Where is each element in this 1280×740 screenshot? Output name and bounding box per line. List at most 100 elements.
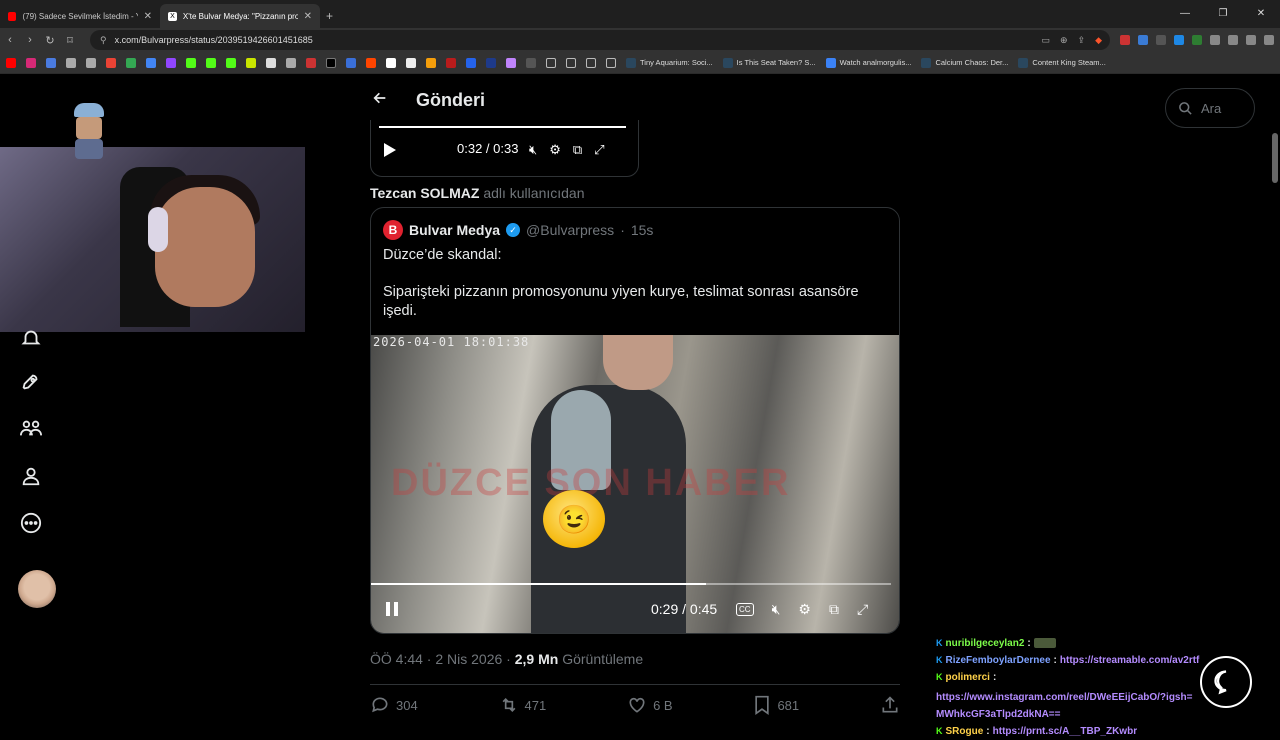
folder-icon[interactable] [566, 57, 576, 68]
amazon-icon[interactable] [406, 57, 416, 68]
post-timestamp[interactable]: ÖÖ 4:44 · 2 Nis 2026 · [370, 651, 511, 667]
sidebar-icon[interactable] [1228, 35, 1238, 45]
quoter-name[interactable]: Tezcan SOLMAZ [370, 185, 479, 201]
author-handle[interactable]: @Bulvarpress [526, 222, 614, 238]
extension-icon[interactable] [1192, 35, 1202, 45]
mute-icon[interactable]: 🔇︎ [772, 601, 781, 618]
bookmark-icon[interactable] [146, 57, 156, 68]
fullscreen-icon[interactable]: ⤢ [857, 601, 868, 618]
notifications-icon[interactable] [16, 323, 46, 353]
profile-icon[interactable] [16, 461, 46, 491]
communities-icon[interactable] [16, 413, 46, 443]
pause-button[interactable] [385, 601, 399, 617]
bookmark-icon[interactable]: ⌑ [60, 34, 80, 47]
video-player[interactable]: 2026-04-01 18:01:38 DÜZCE SON HABER 😉 0:… [371, 335, 899, 633]
more-options-icon[interactable] [16, 508, 46, 538]
kick-icon[interactable] [226, 57, 236, 68]
bookmark-icon[interactable] [466, 57, 476, 68]
reload-icon[interactable]: ↻ [40, 34, 60, 47]
bookmark-icon[interactable] [486, 57, 496, 68]
bookmark-icon[interactable] [246, 57, 256, 68]
kick-icon[interactable] [206, 57, 216, 68]
video-progress-bar[interactable] [379, 126, 626, 128]
cast-icon[interactable]: ▭ [1041, 35, 1050, 46]
bookmark-icon[interactable] [46, 57, 56, 68]
extension-icon[interactable] [1138, 35, 1148, 45]
reddit-icon[interactable] [366, 57, 376, 68]
account-avatar[interactable] [18, 570, 56, 608]
page-scrollbar[interactable] [1270, 75, 1280, 720]
bookmark-icon[interactable] [286, 57, 296, 68]
folder-icon[interactable] [586, 57, 596, 68]
previous-video-player[interactable]: 0:32 / 0:33 🔇︎ ⚙ ⧉ ⤢ [370, 120, 639, 177]
folder-icon[interactable] [546, 57, 556, 68]
tab-youtube[interactable]: (79) Sadece Sevilmek İstedim - Yo ✕ [0, 4, 160, 28]
gmail-icon[interactable] [106, 57, 116, 68]
bulvar-medya-logo[interactable]: B [383, 220, 403, 240]
bookmark-icon[interactable] [86, 57, 96, 68]
pip-icon[interactable]: ⧉ [829, 601, 839, 618]
bookmark-icon[interactable] [526, 57, 536, 68]
close-window-button[interactable]: ✕ [1242, 0, 1280, 28]
arrow-left-icon[interactable] [372, 90, 388, 111]
extension-icon[interactable] [1174, 35, 1184, 45]
twitch-icon[interactable] [166, 57, 176, 68]
brave-shield-icon[interactable]: ◆ [1095, 35, 1102, 46]
x-icon[interactable] [326, 57, 336, 68]
youtube-icon[interactable] [6, 57, 16, 68]
bookmark-icon[interactable] [66, 57, 76, 68]
new-tab-button[interactable]: + [320, 9, 339, 28]
back-icon[interactable]: ‹ [0, 34, 20, 46]
bookmark-link[interactable]: Is This Seat Taken? S... [722, 57, 816, 68]
share-icon[interactable]: ⇪ [1078, 35, 1086, 46]
bookmark-icon[interactable] [386, 57, 396, 68]
mute-icon[interactable]: 🔇︎ [529, 142, 537, 158]
extension-icon[interactable] [1156, 35, 1166, 45]
bookmark-link[interactable]: Tiny Aquarium: Soci... [626, 57, 713, 68]
tab-x-post[interactable]: X X'te Bulvar Medya: "Pizzanın pro ✕ [160, 4, 320, 28]
bookmark-icon[interactable] [506, 57, 516, 68]
bookmark-link[interactable]: Watch analmorgulis... [825, 57, 911, 68]
settings-icon[interactable]: ⚙ [549, 142, 561, 158]
music-icon[interactable] [1246, 35, 1256, 45]
puzzle-icon[interactable] [1210, 35, 1220, 45]
bookmark-link[interactable]: Calcium Chaos: Der... [921, 57, 1008, 68]
instagram-icon[interactable] [26, 57, 36, 68]
messages-button[interactable] [1200, 656, 1252, 708]
extension-icon[interactable] [1120, 35, 1130, 45]
search-input[interactable]: Ara [1165, 88, 1255, 128]
bookmark-icon[interactable] [446, 57, 456, 68]
quoted-post[interactable]: B Bulvar Medya ✓ @Bulvarpress · 15s Düzc… [370, 207, 900, 634]
author-name[interactable]: Bulvar Medya [409, 222, 500, 238]
share-button[interactable] [880, 695, 900, 715]
folder-icon[interactable] [606, 57, 616, 68]
reply-button[interactable]: 304 [370, 695, 418, 715]
zoom-icon[interactable]: ⊕ [1060, 35, 1068, 46]
captions-icon[interactable]: CC [736, 603, 754, 616]
bookmark-icon[interactable] [306, 57, 316, 68]
bookmark-link[interactable]: Content King Steam... [1018, 57, 1106, 68]
minimize-button[interactable]: — [1166, 0, 1204, 28]
post-age[interactable]: 15s [631, 222, 654, 238]
url-field[interactable]: ⚲ x.com/Bulvarpress/status/2039519426601… [90, 30, 1110, 50]
play-button[interactable] [383, 142, 397, 158]
bookmark-icon[interactable] [426, 57, 436, 68]
bookmark-icon[interactable] [266, 57, 276, 68]
site-info-icon[interactable]: ⚲ [100, 35, 107, 46]
premium-rocket-icon[interactable] [16, 367, 46, 397]
drive-icon[interactable] [126, 57, 136, 68]
repost-button[interactable]: 471 [499, 695, 546, 715]
fullscreen-icon[interactable]: ⤢ [594, 142, 604, 158]
bookmark-icon[interactable] [346, 57, 356, 68]
bookmark-button[interactable]: 681 [753, 695, 799, 715]
scrollbar-thumb[interactable] [1272, 133, 1278, 183]
like-button[interactable]: 6 B [627, 695, 673, 715]
kick-icon[interactable] [186, 57, 196, 68]
forward-icon[interactable]: › [20, 34, 40, 46]
maximize-button[interactable]: ❐ [1204, 0, 1242, 28]
close-tab-icon[interactable]: ✕ [144, 11, 152, 22]
settings-icon[interactable]: ⚙ [798, 601, 811, 618]
menu-icon[interactable] [1264, 35, 1274, 45]
pip-icon[interactable]: ⧉ [573, 142, 582, 158]
video-progress-bar[interactable] [371, 583, 891, 585]
